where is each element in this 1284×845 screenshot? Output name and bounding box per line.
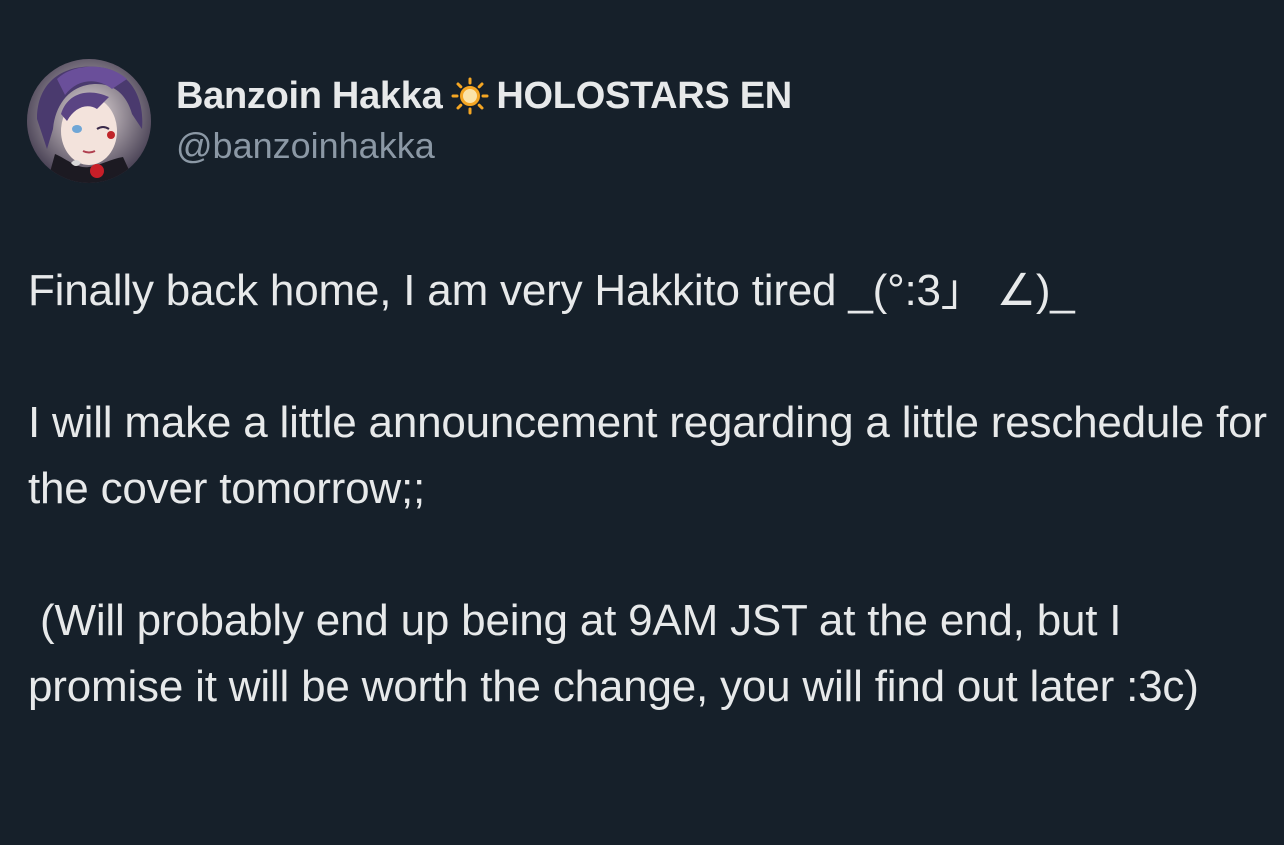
avatar-image: [27, 59, 151, 183]
tweet-paragraph: Finally back home, I am very Hakkito tir…: [28, 266, 1075, 315]
user-handle[interactable]: @banzoinhakka: [176, 125, 435, 167]
tweet-paragraph: (Will probably end up being at 9AM JST a…: [28, 596, 1199, 711]
tweet-card: Banzoin Hakka HOLOSTARS EN @banzoinhakka…: [0, 0, 1284, 845]
avatar[interactable]: [27, 59, 151, 183]
display-name-row[interactable]: Banzoin Hakka HOLOSTARS EN: [176, 73, 792, 119]
tweet-text: Finally back home, I am very Hakkito tir…: [28, 258, 1268, 720]
display-name[interactable]: Banzoin Hakka: [176, 75, 443, 118]
tweet-paragraph: I will make a little announcement regard…: [28, 398, 1279, 513]
sun-icon: [450, 76, 490, 116]
affiliation[interactable]: HOLOSTARS EN: [496, 75, 792, 118]
